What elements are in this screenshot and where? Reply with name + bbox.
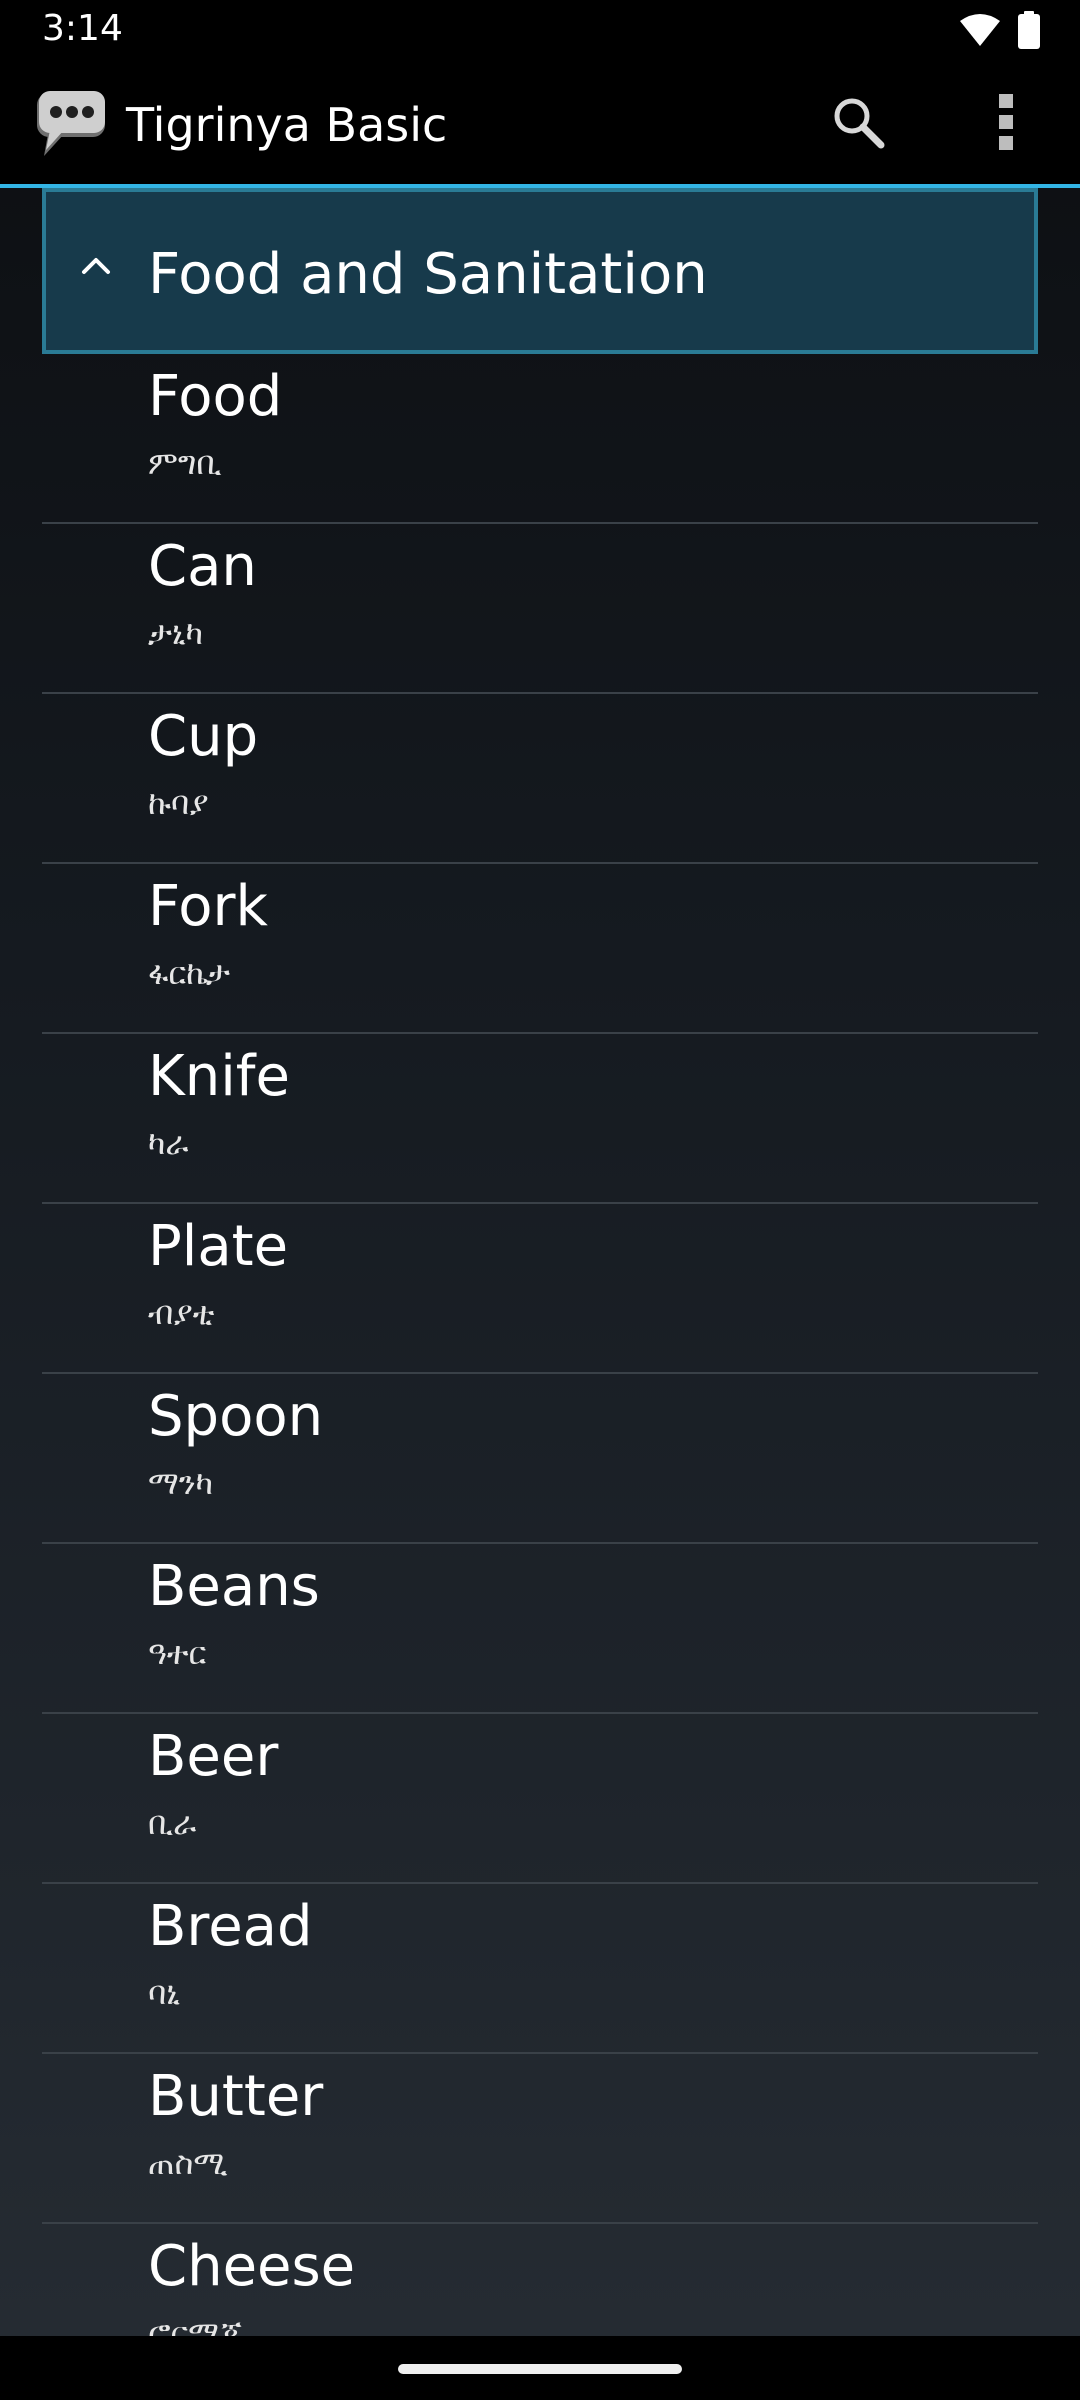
app-title: Tigrinya Basic [126, 98, 448, 152]
status-icons [960, 11, 1040, 53]
item-tigrinya-label: ካራ [148, 1124, 189, 1162]
screen: 3:14 Tigrinya Basic Food and Sanitation … [0, 0, 1080, 2400]
item-tigrinya-label: ፋርኬታ [148, 954, 230, 992]
item-english-label: Cup [148, 704, 259, 769]
search-icon [831, 95, 885, 153]
item-tigrinya-label: ዓተር [148, 1634, 207, 1672]
battery-icon [1018, 11, 1040, 53]
list-item[interactable]: Cup ኩባያ [0, 694, 1080, 864]
item-english-label: Beer [148, 1724, 279, 1789]
item-tigrinya-label: ማንካ [148, 1464, 213, 1502]
list-item[interactable]: Bread ባኒ [0, 1884, 1080, 2054]
item-english-label: Butter [148, 2064, 324, 2129]
item-tigrinya-label: ብያቲ [148, 1294, 215, 1332]
item-english-label: Can [148, 534, 257, 599]
home-gesture-handle[interactable] [398, 2364, 682, 2374]
word-list[interactable]: Food ምግቢ Can ታኒካ Cup ኩባያ Fork ፋርኬታ Knife ካራ Plate ብ… [0, 354, 1080, 2336]
item-english-label: Spoon [148, 1384, 324, 1449]
list-item[interactable]: Fork ፋርኬታ [0, 864, 1080, 1034]
list-item[interactable]: Can ታኒካ [0, 524, 1080, 694]
list-item[interactable]: Beer ቢራ [0, 1714, 1080, 1884]
item-english-label: Food [148, 364, 283, 429]
navigation-bar [0, 2336, 1080, 2400]
item-tigrinya-label: ፎርማጆ [148, 2314, 242, 2336]
item-tigrinya-label: ጠስሚ [148, 2144, 228, 2182]
item-english-label: Beans [148, 1554, 320, 1619]
item-english-label: Plate [148, 1214, 289, 1279]
list-item[interactable]: Knife ካራ [0, 1034, 1080, 1204]
wifi-icon [960, 13, 1000, 51]
item-english-label: Bread [148, 1894, 313, 1959]
item-english-label: Fork [148, 874, 268, 939]
list-item[interactable]: Butter ጠስሚ [0, 2054, 1080, 2224]
item-tigrinya-label: ኩባያ [148, 784, 209, 822]
item-english-label: Knife [148, 1044, 290, 1109]
list-item[interactable]: Food ምግቢ [0, 354, 1080, 524]
overflow-menu-icon [998, 94, 1014, 154]
chevron-up-icon [74, 244, 118, 288]
app-bar: Tigrinya Basic [0, 62, 1080, 184]
list-item[interactable]: Cheese ፎርማጆ [0, 2224, 1080, 2336]
list-item[interactable]: Beans ዓተር [0, 1544, 1080, 1714]
list-item[interactable]: Plate ብያቲ [0, 1204, 1080, 1374]
group-header-food-and-sanitation[interactable]: Food and Sanitation [42, 188, 1038, 354]
item-english-label: Cheese [148, 2234, 356, 2299]
status-bar: 3:14 [0, 0, 1080, 62]
item-tigrinya-label: ምግቢ [148, 444, 222, 482]
overflow-menu-button[interactable] [976, 92, 1036, 156]
item-tigrinya-label: ቢራ [148, 1804, 197, 1842]
status-time: 3:14 [42, 8, 123, 49]
group-title: Food and Sanitation [148, 242, 708, 307]
search-button[interactable] [826, 92, 890, 156]
item-tigrinya-label: ታኒካ [148, 614, 204, 652]
item-tigrinya-label: ባኒ [148, 1974, 181, 2012]
speech-bubble-icon [36, 90, 108, 160]
list-item[interactable]: Spoon ማንካ [0, 1374, 1080, 1544]
